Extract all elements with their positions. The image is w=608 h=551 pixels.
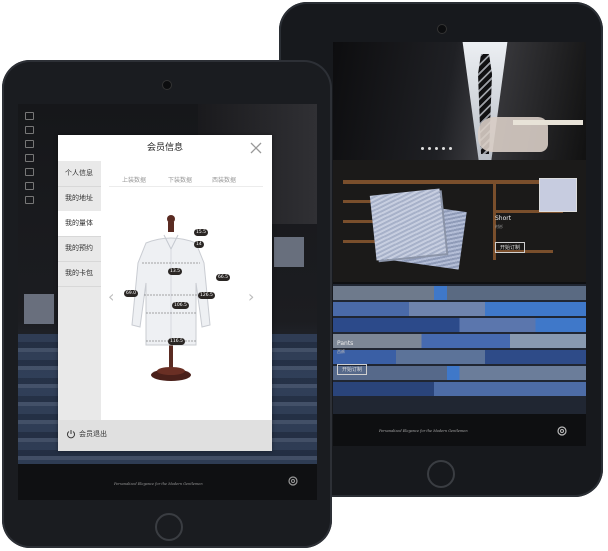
measurement-label: 13.5 (168, 268, 183, 275)
tab-top-data[interactable]: 上装数据 (122, 175, 146, 184)
sidebar-item-address[interactable]: 我的地址 (58, 186, 101, 212)
customize-button[interactable]: 开始订制 (495, 242, 526, 253)
tab-bottom-data[interactable]: 下装数据 (168, 175, 192, 184)
home-button[interactable] (427, 460, 455, 488)
logout-label: 会员退出 (79, 430, 107, 438)
back-screen: Short 衬衫 开始订制 Pants 西裤 开始订制 Personalized… (333, 42, 586, 446)
measurement-label: 116.5 (168, 338, 185, 345)
hero-image (333, 42, 586, 160)
product-title: Short (495, 215, 512, 222)
folded-shirt (369, 188, 447, 261)
fabric-rolls (333, 284, 586, 414)
measurement-label: 69.0 (124, 290, 139, 297)
arrow-left-icon[interactable]: ‹ (108, 287, 114, 306)
product-subtitle: 衬衫 (495, 224, 503, 229)
modal-title: 会员信息 (146, 143, 183, 153)
tape-image (513, 120, 583, 125)
customize-button[interactable]: 开始订制 (337, 364, 368, 375)
arrow-right-icon[interactable]: › (248, 287, 254, 306)
fabric-swatch (539, 178, 577, 212)
tab-suit-data[interactable]: 西装数据 (212, 175, 236, 184)
sidebar-item-wallet[interactable]: 我的卡包 (58, 261, 101, 287)
measurement-label: 14 (194, 241, 204, 248)
mannequin-shirt-image (124, 213, 218, 393)
member-sidebar: 个人信息 我的地址 我的量体 我的预约 我的卡包 (58, 161, 101, 420)
measurement-label: 66.5 (216, 274, 231, 281)
product-subtitle: 西裤 (337, 349, 345, 354)
sidebar-item-appointments[interactable]: 我的预约 (58, 236, 101, 262)
modal-footer: 会员退出 (58, 420, 272, 451)
measurement-label: 126.5 (198, 292, 215, 299)
close-icon[interactable] (248, 140, 264, 156)
gear-icon[interactable] (286, 474, 300, 488)
camera-icon (162, 80, 172, 90)
camera-icon (437, 24, 447, 34)
sidebar-item-profile[interactable]: 个人信息 (58, 161, 101, 187)
home-button[interactable] (155, 513, 183, 541)
power-icon (67, 430, 75, 439)
footer-tagline: Personalized Elegance for the Modern Gen… (114, 482, 203, 486)
product-title: Pants (337, 340, 354, 347)
gear-icon[interactable] (555, 424, 569, 438)
measurement-label: 106.5 (172, 302, 189, 309)
sidebar-item-measurements[interactable]: 我的量体 (58, 211, 101, 237)
logout-button[interactable]: 会员退出 (66, 429, 107, 439)
footer-tagline: Personalized Elegance for the Modern Gen… (379, 429, 468, 433)
measurement-label: 15.5 (194, 229, 209, 236)
